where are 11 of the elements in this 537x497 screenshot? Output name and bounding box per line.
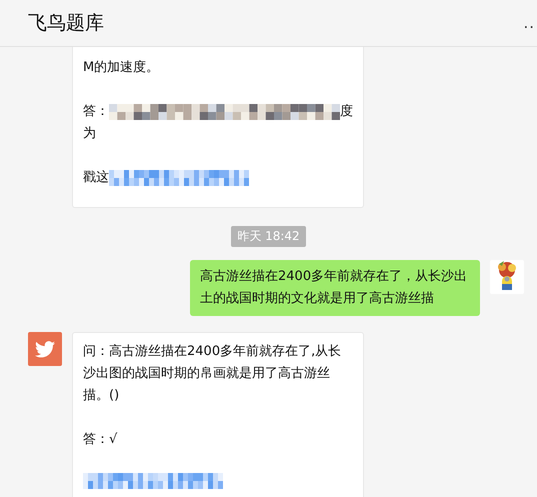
- chat-title: 飞鸟题库: [28, 11, 104, 36]
- message-text: 问：高古游丝描在2400多年前就存在了,从长沙出图的战国时期的帛画就是用了高古游丝描。(): [83, 343, 342, 405]
- message-text: M的加速度。: [83, 59, 160, 77]
- more-menu[interactable]: ..: [523, 14, 535, 32]
- message-text: 答：√: [83, 431, 118, 449]
- message-text: 戳这: [83, 169, 109, 187]
- message-text: 度: [340, 103, 353, 121]
- message-text: 为: [83, 125, 96, 143]
- message-bubble: 高古游丝描在2400多年前就存在了，从长沙出土的战国时期的文化就是用了高古游丝描: [190, 260, 480, 316]
- timestamp: 昨天 18:42: [231, 226, 306, 247]
- message-text: 答：: [83, 103, 109, 121]
